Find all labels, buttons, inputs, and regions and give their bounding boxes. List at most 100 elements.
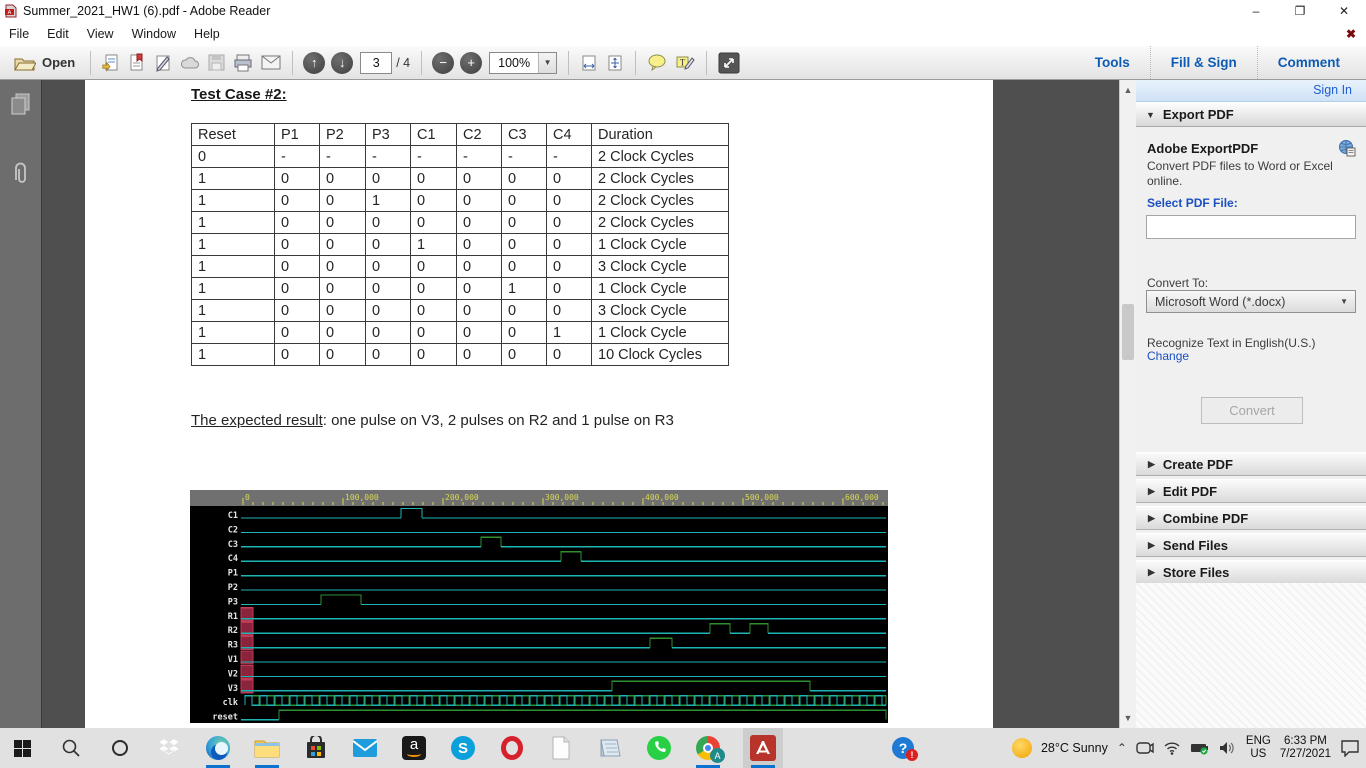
skype-icon[interactable]: S — [449, 728, 477, 768]
sign-button[interactable] — [150, 50, 176, 76]
edge-browser-icon[interactable] — [204, 728, 232, 768]
chevron-down-icon[interactable]: ▼ — [538, 52, 557, 73]
weather-label[interactable]: 28°C Sunny — [1041, 741, 1108, 755]
battery-icon[interactable] — [1190, 741, 1210, 755]
print-button[interactable] — [229, 50, 257, 76]
table-cell: 0 — [319, 343, 366, 366]
convert-button[interactable]: Convert — [1201, 397, 1303, 424]
zoom-value: 100% — [498, 55, 531, 70]
signal-label-V3: V3 — [228, 684, 238, 694]
vertical-scrollbar[interactable]: ▲ ▼ — [1119, 80, 1136, 728]
next-page-button[interactable]: ↓ — [331, 51, 354, 74]
change-link[interactable]: Change — [1147, 349, 1189, 363]
comment-bubble-button[interactable] — [643, 50, 671, 76]
zoom-in-button[interactable]: + — [460, 51, 483, 74]
main-toolbar: Open ↑ ↓ 3 / 4 − + 100% ▼ T Tools Fill &… — [0, 46, 1366, 80]
dropbox-icon[interactable] — [155, 728, 183, 768]
menu-file[interactable]: File — [0, 24, 38, 44]
mail-icon[interactable] — [351, 728, 379, 768]
menu-edit[interactable]: Edit — [38, 24, 78, 44]
close-button[interactable]: ✕ — [1322, 0, 1366, 22]
help-icon[interactable]: ? ! — [889, 728, 918, 768]
clock-date[interactable]: 6:33 PM 7/27/2021 — [1280, 735, 1331, 761]
table-cell: - — [546, 145, 592, 168]
scroll-down-icon[interactable]: ▼ — [1120, 713, 1136, 723]
table-cell: 0 — [501, 343, 547, 366]
page-thumbnails-icon[interactable] — [10, 92, 32, 116]
table-row: 100000011 Clock Cycle — [191, 321, 729, 344]
section-create-pdf[interactable]: ▶ Create PDF — [1136, 452, 1366, 476]
section-edit-pdf[interactable]: ▶ Edit PDF — [1136, 479, 1366, 503]
tray-expand-icon[interactable]: ⌃ — [1117, 741, 1127, 755]
fit-page-button[interactable] — [602, 50, 628, 76]
previous-page-button[interactable]: ↑ — [303, 51, 326, 74]
action-center-icon[interactable] — [1340, 739, 1360, 757]
minimize-button[interactable]: – — [1234, 0, 1278, 22]
table-cell: - — [274, 145, 320, 168]
email-button[interactable] — [257, 50, 285, 76]
speaker-icon[interactable] — [1219, 741, 1237, 755]
language-indicator[interactable]: ENG US — [1246, 735, 1271, 761]
opera-icon[interactable] — [498, 728, 526, 768]
table-cell: 0 — [410, 189, 457, 212]
table-cell: 0 — [546, 255, 592, 278]
cloud-upload-icon[interactable] — [176, 50, 204, 76]
tab-tools[interactable]: Tools — [1075, 46, 1150, 79]
pdf-file-input[interactable] — [1146, 215, 1356, 239]
export-pdf-button[interactable] — [124, 50, 150, 76]
clock-time: 6:33 PM — [1284, 735, 1327, 747]
table-cell: 1 — [191, 299, 275, 322]
section-store-files[interactable]: ▶ Store Files — [1136, 560, 1366, 584]
amazon-icon[interactable]: a — [400, 728, 428, 768]
table-cell: 0 — [546, 189, 592, 212]
adobe-reader-icon[interactable] — [743, 728, 783, 768]
chrome-icon[interactable]: A — [694, 728, 725, 768]
convert-format-select[interactable]: Microsoft Word (*.docx) ▼ — [1146, 290, 1356, 313]
signal-label-clk: clk — [223, 698, 238, 708]
whatsapp-icon[interactable] — [645, 728, 673, 768]
fit-width-button[interactable] — [576, 50, 602, 76]
meet-now-icon[interactable] — [1136, 740, 1154, 756]
scrollbar-thumb[interactable] — [1122, 304, 1134, 360]
signal-label-C4: C4 — [228, 554, 238, 564]
fullscreen-button[interactable] — [714, 50, 744, 76]
microsoft-store-icon[interactable] — [302, 728, 330, 768]
signal-label-R2: R2 — [228, 626, 238, 636]
file-explorer-icon[interactable] — [253, 728, 281, 768]
table-cell: 0 — [410, 167, 457, 190]
open-button[interactable]: Open — [6, 55, 83, 71]
table-cell: 0 — [274, 343, 320, 366]
menu-help[interactable]: Help — [185, 24, 229, 44]
menu-window[interactable]: Window — [123, 24, 185, 44]
attachments-paperclip-icon[interactable] — [10, 160, 32, 188]
start-button[interactable] — [8, 728, 36, 768]
sign-in-link[interactable]: Sign In — [1313, 83, 1352, 97]
table-cell: - — [410, 145, 457, 168]
highlight-button[interactable]: T — [671, 50, 699, 76]
notes-icon[interactable] — [596, 728, 624, 768]
close-document-icon[interactable]: ✖ — [1346, 27, 1356, 41]
search-icon[interactable] — [57, 728, 85, 768]
cortana-icon[interactable] — [106, 728, 134, 768]
table-cell: 0 — [456, 277, 502, 300]
weather-sun-icon[interactable] — [1011, 738, 1032, 758]
zoom-level-select[interactable]: 100% ▼ — [489, 51, 558, 74]
scroll-up-icon[interactable]: ▲ — [1120, 85, 1136, 95]
tab-fill-sign[interactable]: Fill & Sign — [1149, 46, 1257, 79]
page-number-input[interactable]: 3 — [360, 51, 393, 74]
menu-view[interactable]: View — [78, 24, 123, 44]
export-pdf-header[interactable]: ▼ Export PDF — [1136, 102, 1366, 127]
section-combine-pdf[interactable]: ▶ Combine PDF — [1136, 506, 1366, 530]
wifi-icon[interactable] — [1163, 741, 1181, 755]
tab-comment[interactable]: Comment — [1256, 46, 1360, 79]
zoom-out-button[interactable]: − — [432, 51, 455, 74]
restore-button[interactable]: ❐ — [1278, 0, 1322, 22]
chevron-right-icon: ▶ — [1148, 485, 1155, 496]
save-as-other-button[interactable] — [98, 50, 124, 76]
menu-bar: File Edit View Window Help ✖ — [0, 22, 1366, 47]
table-cell: 0 — [365, 233, 411, 256]
signal-label-C2: C2 — [228, 525, 238, 535]
document-icon[interactable] — [547, 728, 575, 768]
table-cell: 0 — [456, 321, 502, 344]
section-send-files[interactable]: ▶ Send Files — [1136, 533, 1366, 557]
